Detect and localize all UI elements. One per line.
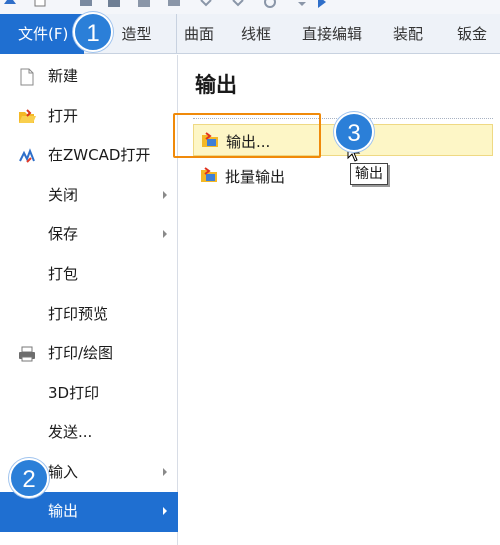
menu-label: 输入 (48, 463, 79, 481)
menu-label: 打印/绘图 (48, 344, 114, 362)
redo-icon[interactable] (230, 0, 246, 8)
menu-label: 发送... (48, 423, 93, 441)
submenu-arrow-icon (163, 230, 167, 238)
step-badge-3: 3 (334, 112, 374, 152)
menu-label: 保存 (48, 225, 79, 243)
menu-label: 输出 (48, 502, 79, 520)
new-icon[interactable] (32, 0, 48, 8)
menu-label: 在ZWCAD打开 (48, 146, 151, 164)
refresh-icon[interactable] (262, 0, 278, 8)
batch-export-label: 批量输出 (225, 168, 286, 186)
menu-item-print-preview[interactable]: 打印预览 (0, 295, 178, 335)
menu-label: 3D打印 (48, 384, 100, 402)
menu-label: 打印预览 (48, 305, 109, 323)
menu-item-open-in-zwcad[interactable]: 在ZWCAD打开 (0, 136, 178, 176)
tab-sheet-metal[interactable]: 钣金 (452, 14, 492, 54)
batch-export-button[interactable]: 批量输出 (193, 160, 493, 192)
dropdown-arrow-icon[interactable] (294, 0, 310, 8)
tab-direct-edit[interactable]: 直接编辑 (296, 14, 368, 54)
zwcad-icon (19, 148, 35, 163)
tab-assembly[interactable]: 装配 (390, 14, 426, 54)
tab-surface[interactable]: 曲面 (177, 14, 221, 54)
tooltip: 输出 (350, 163, 388, 185)
highlight-box (173, 113, 321, 158)
quick-access-toolbar (0, 0, 500, 14)
menu-label: 打开 (48, 107, 79, 125)
save-as-icon[interactable] (136, 0, 152, 8)
menu-item-open[interactable]: 打开 (0, 97, 178, 137)
batch-export-icon (201, 167, 217, 182)
open-folder-icon (19, 109, 36, 123)
menu-item-new[interactable]: 新建 (0, 57, 178, 97)
menu-label: 打包 (48, 265, 79, 283)
menu-item-print-plot[interactable]: 打印/绘图 (0, 334, 178, 374)
save-icon[interactable] (106, 0, 122, 8)
menu-item-close[interactable]: 关闭 (0, 176, 178, 216)
menu-label: 新建 (48, 67, 79, 85)
app-logo-icon (4, 0, 16, 4)
step-badge-1: 1 (73, 12, 113, 52)
submenu-arrow-icon (163, 468, 167, 476)
menu-label: 关闭 (48, 186, 79, 204)
undo-icon[interactable] (198, 0, 214, 8)
open-icon[interactable] (78, 0, 94, 8)
new-file-icon (20, 68, 34, 86)
submenu-arrow-icon (163, 191, 167, 199)
submenu-arrow-icon (163, 507, 167, 515)
panel-title: 输出 (195, 73, 237, 97)
menu-item-3d-print[interactable]: 3D打印 (0, 374, 178, 414)
step-badge-2: 2 (9, 458, 49, 498)
tab-file[interactable]: 文件(F) (0, 14, 84, 54)
menu-item-pack[interactable]: 打包 (0, 255, 178, 295)
printer-icon (19, 346, 35, 362)
tab-wireframe[interactable]: 线框 (234, 14, 278, 54)
print-icon[interactable] (166, 0, 182, 8)
menu-item-send[interactable]: 发送... (0, 413, 178, 453)
menu-item-save[interactable]: 保存 (0, 215, 178, 255)
run-icon[interactable] (314, 0, 330, 8)
